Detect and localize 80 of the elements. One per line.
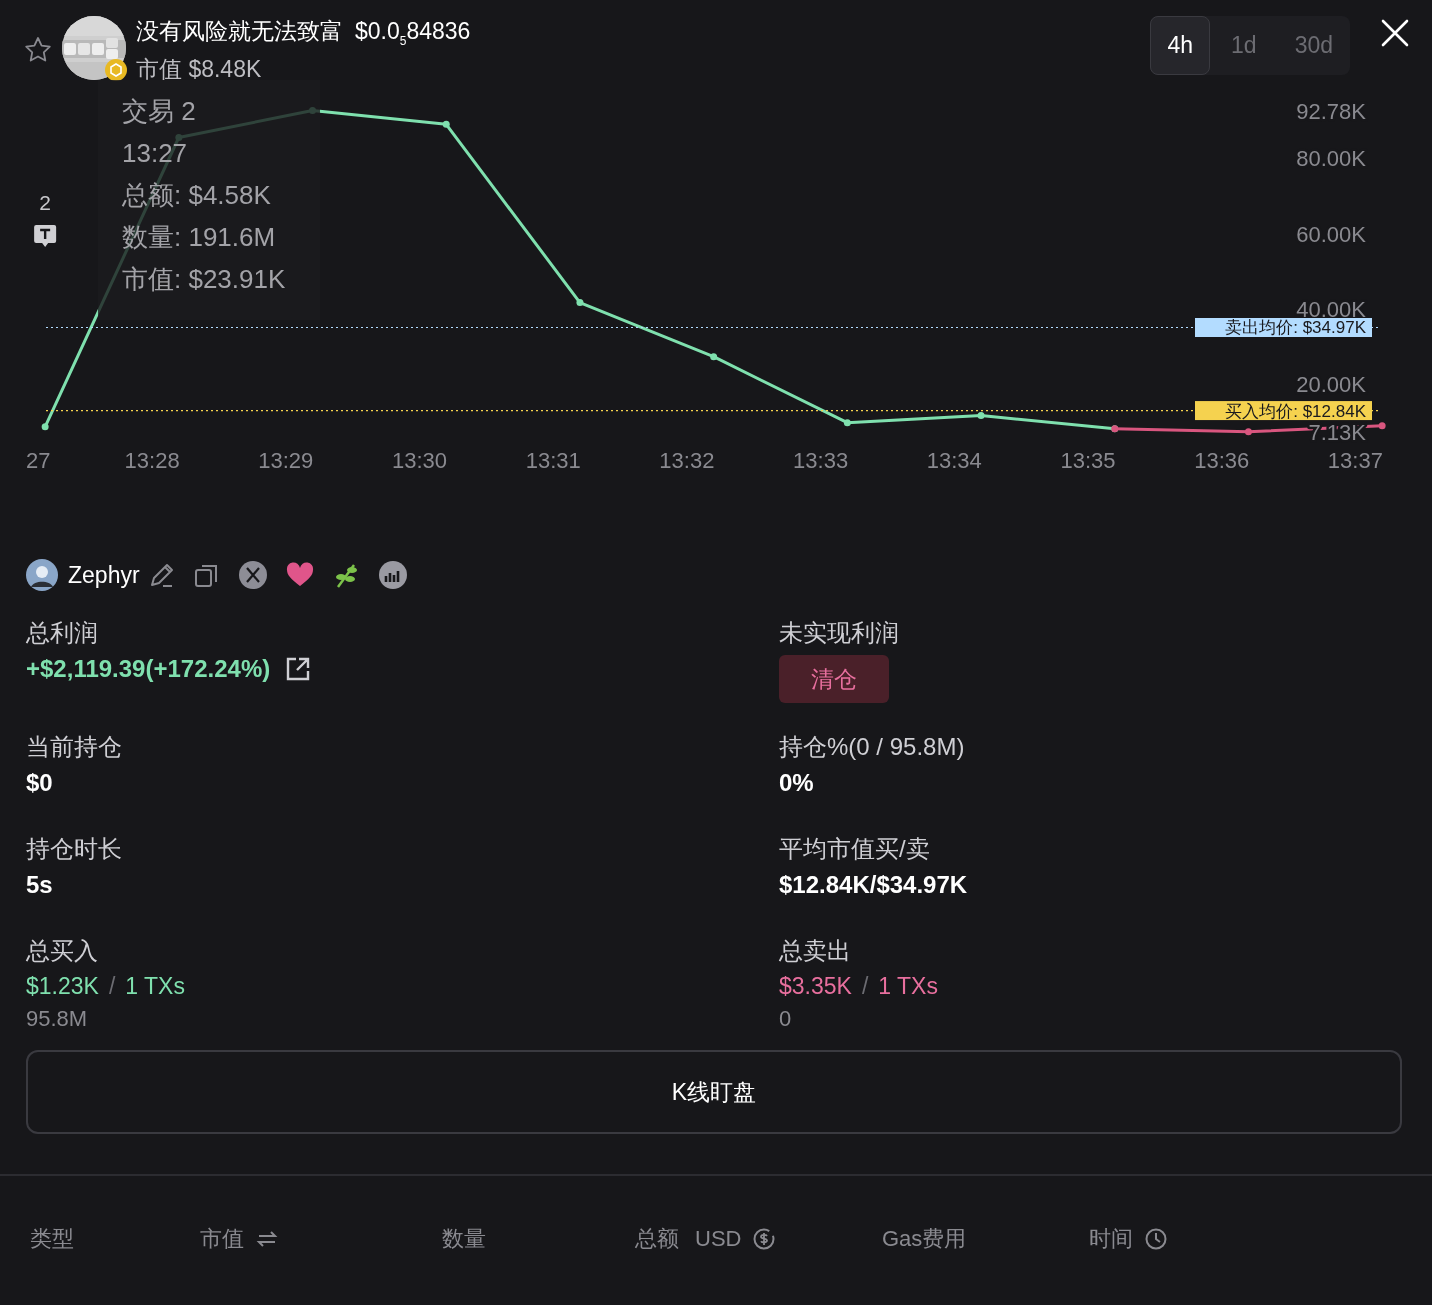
trade-count: 1 TXs (125, 973, 185, 1000)
point (1378, 422, 1386, 430)
point (442, 120, 450, 128)
point (41, 423, 49, 431)
separator: / (861, 973, 869, 1000)
trade-pin-icon[interactable] (34, 225, 57, 247)
x-axis-label: 13:36 (1194, 448, 1250, 473)
point (977, 412, 985, 420)
heart-icon[interactable] (285, 562, 314, 588)
x-axis-label: 13:35 (1060, 448, 1116, 473)
stat-label: 持仓%(0 / 95.8M) (779, 732, 966, 762)
column-header: 市值 (200, 1225, 244, 1253)
tooltip-text: 数量: 191.6M (122, 221, 277, 254)
column-header: 类型 (30, 1225, 74, 1253)
y-axis-label: 92.78K (1296, 98, 1366, 124)
chart-icon[interactable] (377, 560, 408, 590)
currency-toggle[interactable]: USD (695, 1226, 742, 1252)
star-icon[interactable] (24, 36, 52, 64)
stat-label: 未实现利润 (779, 618, 900, 648)
point (710, 353, 718, 361)
tooltip-text: 交易 2 (122, 95, 197, 128)
separator: / (108, 973, 116, 1000)
x-axis-label: 13:37 (1327, 448, 1383, 473)
tooltip-text: 13:27 (122, 137, 189, 170)
token-name: 没有风险就无法致富 (136, 17, 343, 46)
tooltip-text: 市值: $23.91K (122, 263, 287, 296)
x-axis-label: 13:30 (391, 448, 448, 473)
close-icon[interactable] (1380, 18, 1410, 48)
point (1244, 428, 1252, 436)
tooltip-text: 总额: $4.58K (122, 179, 272, 212)
chart-watch-button[interactable]: K线盯盘 (26, 1050, 1402, 1134)
x-axis-label: 13:31 (525, 448, 581, 473)
x-axis-label: 13:32 (659, 448, 715, 473)
dollar-icon[interactable] (753, 1228, 776, 1250)
x-axis-label: 27 (26, 448, 51, 473)
stat-value: $12.84K/$34.97K (779, 871, 968, 899)
token-amount: 95.8M (26, 1006, 89, 1032)
stat-label: 总利润 (26, 618, 99, 648)
y-axis-label: 60.00K (1296, 221, 1366, 247)
average-price-tag: 买入均价: $12.84K (1195, 401, 1372, 421)
stat-label: 当前持仓 (26, 732, 123, 762)
y-axis-label: 20.00K (1296, 371, 1366, 397)
x-axis-label: 13:33 (793, 448, 849, 473)
close-position-button[interactable]: 清仓 (779, 655, 889, 703)
token-amount: 0 (779, 1006, 793, 1032)
trade-amount: $3.35K (779, 973, 852, 1000)
clock-icon[interactable] (1145, 1228, 1167, 1250)
time-range-tab[interactable]: 30d (1277, 16, 1350, 75)
stat-label: 持仓时长 (26, 834, 123, 864)
market-cap: 市值 $8.48K (136, 54, 263, 84)
point (576, 299, 584, 307)
x-axis-label: 13:28 (124, 448, 180, 473)
token-price: $0.0$_{5}$84836 (355, 18, 471, 48)
point (843, 419, 851, 427)
column-header: 数量 (442, 1225, 486, 1253)
stat-label: 总卖出 (779, 936, 852, 966)
time-range-tab[interactable]: 4h (1150, 16, 1211, 75)
stat-value: $0 (26, 769, 53, 797)
user-name: Zephyr (68, 561, 140, 589)
column-header: 总额 (635, 1225, 679, 1253)
y-axis-label: 80.00K (1296, 146, 1366, 172)
x-axis-label: 13:29 (258, 448, 314, 473)
x-logo-icon[interactable] (237, 560, 268, 590)
stat-value: 0% (779, 769, 814, 797)
ref-line-label: 买入均价: $12.84K (1225, 401, 1367, 421)
stat-value: 5s (26, 871, 53, 899)
trade-count: 1 TXs (878, 973, 938, 1000)
column-header: 时间 (1089, 1225, 1133, 1253)
stat-label: 平均市值买/卖 (779, 834, 931, 864)
column-header: Gas费用 (882, 1225, 967, 1253)
x-axis-label: 13:34 (926, 448, 982, 473)
stat-label: 总买入 (26, 936, 99, 966)
average-price-tag: 卖出均价: $34.97K (1195, 318, 1372, 338)
copy-icon[interactable] (193, 562, 220, 588)
trade-amount: $1.23K (26, 973, 99, 1000)
time-range-tab[interactable]: 1d (1214, 16, 1274, 75)
coin-badge-icon (104, 58, 128, 82)
avatar-icon (26, 559, 58, 591)
trade-count: 2 (39, 191, 51, 214)
stat-value: +$2,119.39(+172.24%) (26, 655, 271, 683)
